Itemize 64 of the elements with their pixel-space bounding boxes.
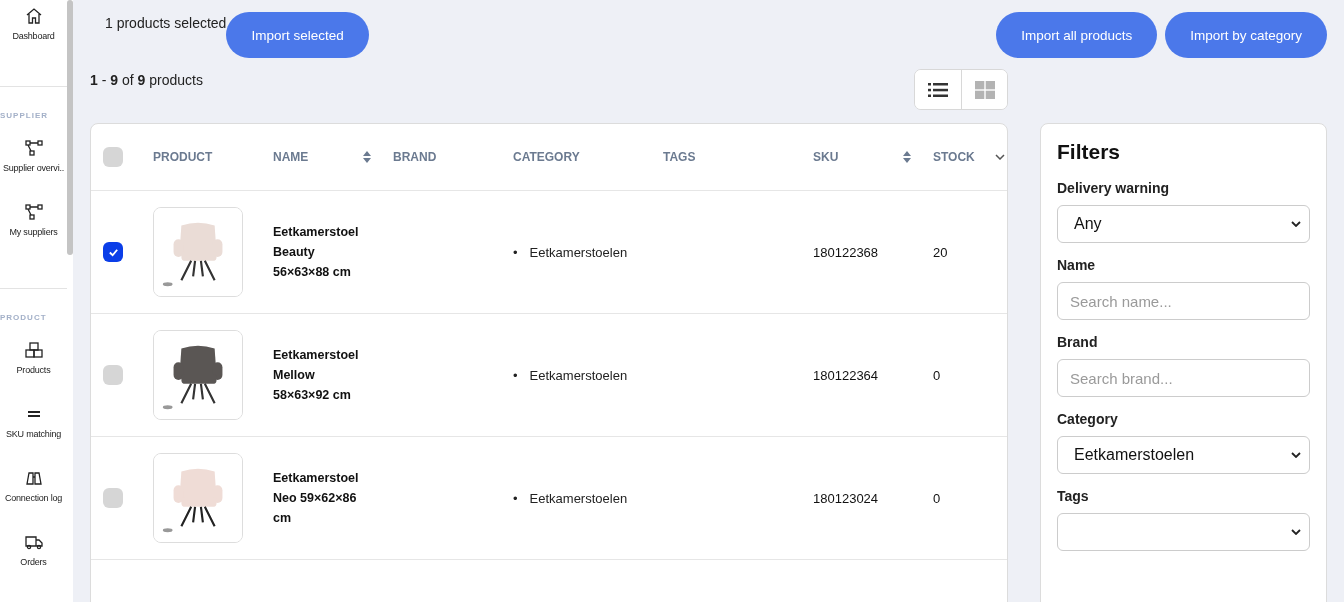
column-header: BRAND <box>393 150 437 164</box>
scrollbar[interactable] <box>67 0 73 255</box>
import-button[interactable]: Import by category <box>1165 12 1327 58</box>
column-header: TAGS <box>663 150 696 164</box>
chevron-down-icon <box>1291 452 1301 458</box>
chevron-down-icon <box>1291 529 1301 535</box>
field-label: Delivery warning <box>1057 180 1171 196</box>
sort-icon[interactable] <box>903 151 911 163</box>
product-name: Eetkamerstoel Beauty 56×63×88 cm <box>273 224 360 281</box>
result-count: 1 - 9 of 9 products <box>90 72 203 90</box>
selection-count: 1 products selected <box>105 15 227 31</box>
category-item: Eetkamerstoelen <box>529 244 628 260</box>
nav-item[interactable]: Connection log <box>0 462 67 526</box>
nav-item[interactable]: Dashboard <box>0 0 67 58</box>
bullet: • <box>513 490 518 506</box>
chevron-down-icon <box>1291 221 1301 227</box>
search-field[interactable]: Search brand... <box>1057 359 1310 397</box>
import-selected-button[interactable]: Import selected <box>226 12 369 58</box>
section-heading: SUPPLIER <box>0 111 49 120</box>
bullet: • <box>513 367 518 383</box>
stock-cell: 0 <box>933 367 941 383</box>
nav-item[interactable]: Supplier overvi.. <box>0 132 67 196</box>
product-name: Eetkamerstoel Mellow 58×63×92 cm <box>273 347 360 404</box>
sort-icon[interactable] <box>363 151 371 163</box>
nav-item[interactable]: SKU matching <box>0 398 67 462</box>
column-header: PRODUCT <box>153 150 213 164</box>
nodes-icon <box>23 202 44 222</box>
row-checkbox[interactable] <box>103 488 123 508</box>
sku-cell: 180123024 <box>813 490 879 506</box>
column-header: STOCK <box>933 150 975 164</box>
nav-item[interactable]: Products <box>0 334 67 398</box>
row-checkbox[interactable] <box>103 365 123 385</box>
stock-cell: 20 <box>933 244 948 260</box>
column-header: CATEGORY <box>513 150 580 164</box>
nav-item[interactable]: Orders <box>0 526 67 590</box>
search-field[interactable]: Search name... <box>1057 282 1310 320</box>
stock-cell: 0 <box>933 490 941 506</box>
import-button[interactable]: Import all products <box>996 12 1158 58</box>
bullet: • <box>513 244 518 260</box>
chevron-down-icon[interactable] <box>995 154 1005 160</box>
field-label: Category <box>1057 411 1119 427</box>
category-item: Eetkamerstoelen <box>529 367 628 383</box>
column-header: NAME <box>273 150 309 164</box>
select-all-checkbox[interactable] <box>103 147 123 167</box>
select-field[interactable]: Any <box>1057 205 1310 243</box>
check-icon <box>107 246 119 258</box>
grid-icon <box>974 80 995 99</box>
field-label: Brand <box>1057 334 1099 350</box>
sku-cell: 180122364 <box>813 367 879 383</box>
sku-cell: 180122368 <box>813 244 879 260</box>
category-item: Eetkamerstoelen <box>529 490 628 506</box>
nodes-icon <box>23 138 44 158</box>
select-field[interactable]: Eetkamerstoelen <box>1057 436 1310 474</box>
boxes-icon <box>23 340 44 360</box>
filters-title: Filters <box>1057 140 1122 164</box>
list-icon <box>928 81 948 98</box>
row-checkbox[interactable] <box>103 242 123 262</box>
section-heading: PRODUCT <box>0 313 48 322</box>
field-label: Name <box>1057 257 1097 273</box>
field-label: Tags <box>1057 488 1090 504</box>
nav-item[interactable]: My suppliers <box>0 196 67 260</box>
product-name: Eetkamerstoel Neo 59×62×86 cm <box>273 470 360 527</box>
select-field[interactable] <box>1057 513 1310 551</box>
column-header: SKU <box>813 150 839 164</box>
